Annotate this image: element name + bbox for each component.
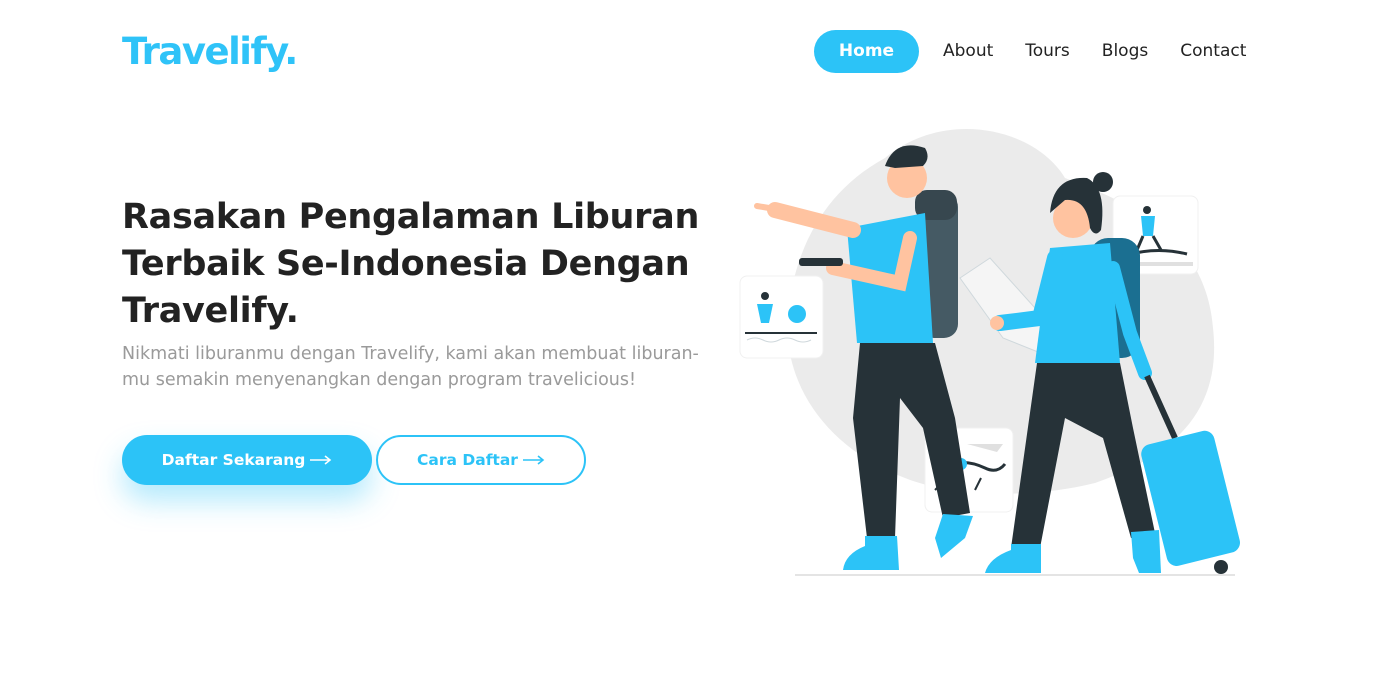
hero-title: Rasakan Pengalaman Liburan Terbaik Se-In… — [122, 197, 700, 331]
nav-link-tours[interactable]: Tours — [1025, 30, 1070, 73]
nav-link-contact[interactable]: Contact — [1180, 30, 1246, 73]
brand-logo[interactable]: Travelify. — [122, 30, 298, 73]
cara-daftar-button[interactable]: Cara Daftar — [376, 435, 586, 485]
navbar: Travelify. Home About Tours Blogs Contac… — [0, 0, 1400, 100]
cara-daftar-label: Cara Daftar — [417, 451, 518, 469]
swimming-card-icon — [739, 275, 824, 359]
nav-link-about[interactable]: About — [943, 30, 993, 73]
hero-description: Nikmati liburanmu dengan Travelify, kami… — [122, 344, 699, 390]
travelers-illustration — [739, 129, 1240, 576]
nav-link-home[interactable]: Home — [814, 30, 919, 73]
daftar-sekarang-label: Daftar Sekarang — [161, 451, 306, 469]
daftar-sekarang-button[interactable]: Daftar Sekarang — [122, 435, 372, 485]
long-arrow-right-icon — [522, 455, 545, 465]
main-nav: Home About Tours Blogs Contact — [814, 30, 1246, 73]
long-arrow-right-icon — [310, 455, 332, 465]
nav-link-blogs[interactable]: Blogs — [1102, 30, 1148, 73]
